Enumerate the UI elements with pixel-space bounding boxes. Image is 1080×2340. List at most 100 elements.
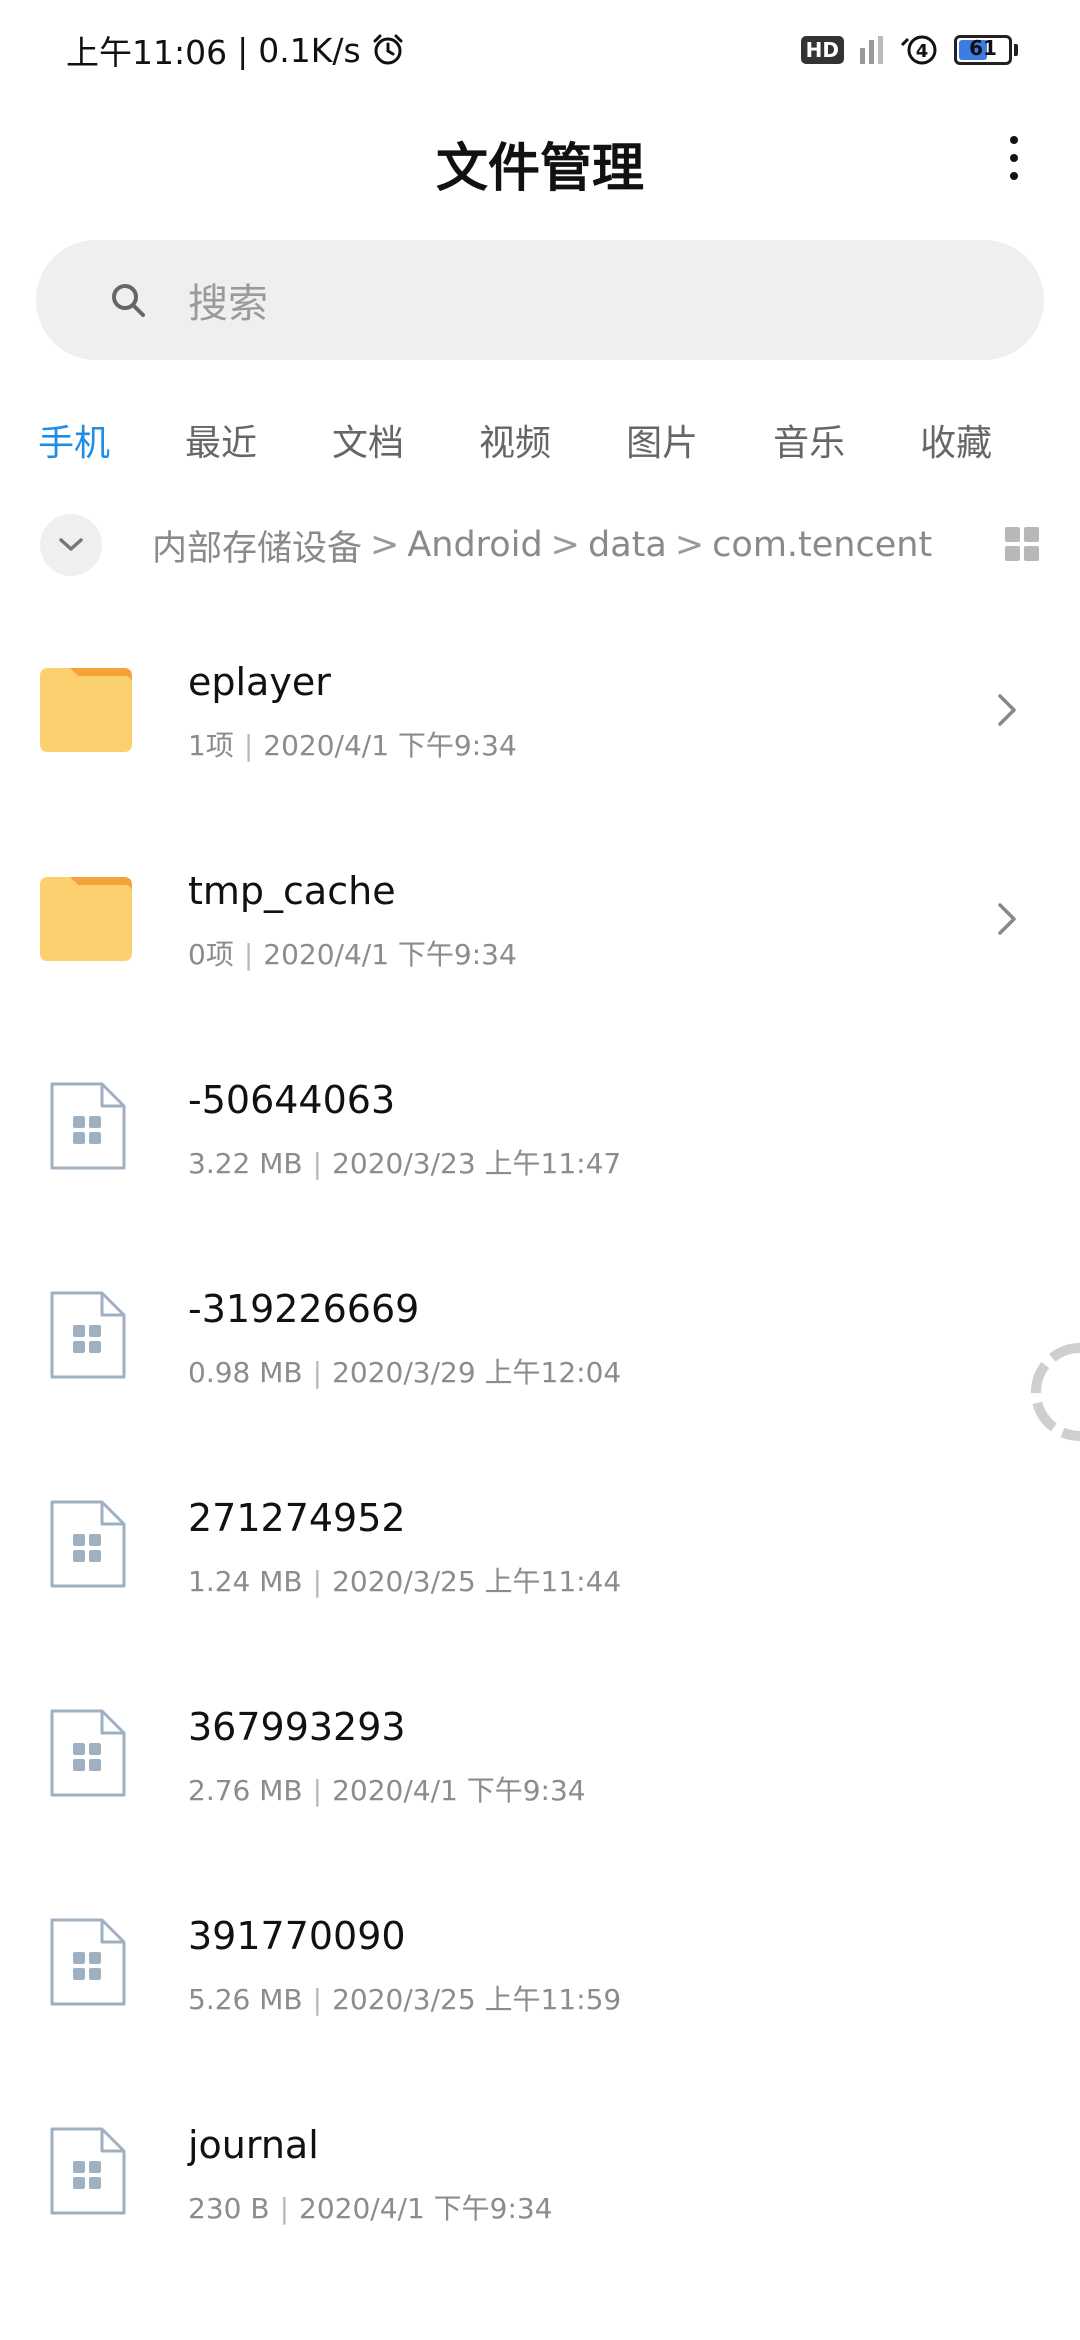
tabs-fade — [988, 400, 1048, 480]
meta-separator: | — [312, 1356, 323, 1389]
file-size: 0.98 MB — [188, 1356, 303, 1389]
file-meta: 2.76 MB | 2020/4/1 下午9:34 — [188, 1769, 586, 1809]
status-right: HD 4 61 — [800, 28, 1018, 72]
file-size: 0项 — [188, 938, 234, 971]
file-name: 391770090 — [188, 1914, 406, 1958]
file-meta: 5.26 MB | 2020/3/25 上午11:59 — [188, 1978, 621, 2018]
more-vert-icon[interactable] — [994, 128, 1034, 188]
meta-separator: | — [312, 1565, 323, 1598]
status-separator: | — [237, 30, 249, 70]
meta-separator: | — [279, 2192, 289, 2225]
tab-music[interactable]: 音乐 — [773, 414, 845, 466]
breadcrumb-item[interactable]: com.tencent — [712, 525, 932, 565]
list-item[interactable]: 391770090 5.26 MB | 2020/3/25 上午11:59 — [0, 1874, 1080, 2083]
signal-icon — [860, 36, 883, 64]
meta-separator: | — [312, 1983, 323, 2016]
network-label: 4 — [916, 41, 929, 62]
status-left: 上午11:06 | 0.1K/s — [66, 28, 405, 72]
breadcrumb: 内部存储设备 > Android > data > com.tencent — [152, 520, 982, 571]
file-date: 2020/3/25 上午11:59 — [332, 1983, 622, 2016]
tab-recent[interactable]: 最近 — [185, 414, 257, 466]
breadcrumb-row: 内部存储设备 > Android > data > com.tencent — [40, 512, 1040, 578]
file-size: 2.76 MB — [188, 1774, 303, 1807]
file-meta: 1项 | 2020/4/1 下午9:34 — [188, 724, 517, 764]
battery-icon: 61 — [954, 35, 1012, 65]
file-list: eplayer 1项 | 2020/4/1 下午9:34 tmp_cache 0项 | 20… — [0, 620, 1080, 2292]
file-size: 230 B — [188, 2192, 270, 2225]
file-size: 5.26 MB — [188, 1983, 303, 2016]
page-title: 文件管理 — [435, 139, 644, 199]
net-speed: 0.1K/s — [258, 30, 361, 70]
file-date: 2020/3/29 上午12:04 — [332, 1356, 622, 1389]
file-name: 367993293 — [188, 1705, 406, 1749]
file-name: -319226669 — [188, 1287, 420, 1331]
file-meta: 1.24 MB | 2020/3/25 上午11:44 — [188, 1560, 621, 1600]
tab-videos[interactable]: 视频 — [479, 414, 551, 466]
file-date: 2020/4/1 下午9:34 — [263, 729, 517, 762]
chevron-right-icon — [998, 694, 1016, 726]
file-name: tmp_cache — [188, 869, 396, 913]
tab-phone[interactable]: 手机 — [38, 414, 110, 466]
file-icon — [50, 1709, 126, 1797]
breadcrumb-item[interactable]: Android — [407, 525, 542, 565]
hd-badge: HD — [800, 36, 844, 64]
meta-separator: | — [243, 938, 254, 971]
more-dot — [1010, 136, 1018, 144]
search-input[interactable]: 搜索 — [36, 240, 1044, 360]
folder-icon — [40, 668, 132, 752]
file-meta: 0项 | 2020/4/1 下午9:34 — [188, 933, 517, 973]
file-meta: 0.98 MB | 2020/3/29 上午12:04 — [188, 1351, 621, 1391]
meta-separator: | — [312, 1774, 323, 1807]
status-time: 上午11:06 — [66, 33, 228, 72]
file-size: 3.22 MB — [188, 1147, 303, 1180]
list-item[interactable]: -319226669 0.98 MB | 2020/3/29 上午12:04 — [0, 1247, 1080, 1456]
file-meta: 230 B | 2020/4/1 下午9:34 — [188, 2187, 553, 2227]
network-4g-icon: 4 — [900, 35, 937, 65]
file-date: 2020/3/23 上午11:47 — [332, 1147, 622, 1180]
file-size: 1项 — [188, 729, 234, 762]
battery-cap — [1014, 44, 1018, 56]
folder-icon — [40, 877, 132, 961]
more-dot — [1010, 172, 1018, 180]
chevron-down-icon — [59, 538, 83, 551]
collapse-button[interactable] — [40, 514, 102, 576]
file-size: 1.24 MB — [188, 1565, 303, 1598]
more-dot — [1010, 154, 1018, 162]
breadcrumb-separator: > — [370, 525, 400, 565]
battery-level: 61 — [969, 36, 997, 60]
file-icon — [50, 1291, 126, 1379]
file-icon — [50, 1500, 126, 1588]
breadcrumb-separator: > — [550, 525, 580, 565]
search-placeholder: 搜索 — [188, 281, 268, 327]
file-name: 271274952 — [188, 1496, 406, 1540]
file-icon — [50, 1082, 126, 1170]
list-item[interactable]: journal 230 B | 2020/4/1 下午9:34 — [0, 2083, 1080, 2292]
grid-view-icon[interactable] — [1004, 526, 1040, 562]
category-tabs: 手机 最近 文档 视频 图片 音乐 收藏 — [38, 400, 1048, 480]
tab-favorites[interactable]: 收藏 — [920, 414, 992, 466]
meta-separator: | — [312, 1147, 323, 1180]
breadcrumb-separator: > — [674, 525, 705, 565]
breadcrumb-item[interactable]: data — [588, 525, 667, 565]
file-name: eplayer — [188, 660, 331, 704]
alarm-icon — [373, 34, 403, 65]
file-date: 2020/4/1 下午9:34 — [332, 1774, 586, 1807]
list-item[interactable]: tmp_cache 0项 | 2020/4/1 下午9:34 — [0, 829, 1080, 1038]
breadcrumb-item[interactable]: 内部存储设备 — [152, 520, 362, 571]
file-date: 2020/4/1 下午9:34 — [263, 938, 517, 971]
meta-separator: | — [243, 729, 254, 762]
file-date: 2020/3/25 上午11:44 — [332, 1565, 622, 1598]
list-item[interactable]: eplayer 1项 | 2020/4/1 下午9:34 — [0, 620, 1080, 829]
list-item[interactable]: -50644063 3.22 MB | 2020/3/23 上午11:47 — [0, 1038, 1080, 1247]
chevron-right-icon — [998, 903, 1016, 935]
search-icon — [112, 284, 145, 317]
file-icon — [50, 1918, 126, 2006]
loading-spinner-icon — [1031, 1343, 1080, 1441]
list-item[interactable]: 367993293 2.76 MB | 2020/4/1 下午9:34 — [0, 1665, 1080, 1874]
file-name: journal — [188, 2123, 319, 2167]
file-meta: 3.22 MB | 2020/3/23 上午11:47 — [188, 1142, 621, 1182]
file-icon — [50, 2127, 126, 2215]
tab-documents[interactable]: 文档 — [332, 414, 404, 466]
tab-images[interactable]: 图片 — [626, 414, 698, 466]
list-item[interactable]: 271274952 1.24 MB | 2020/3/25 上午11:44 — [0, 1456, 1080, 1665]
